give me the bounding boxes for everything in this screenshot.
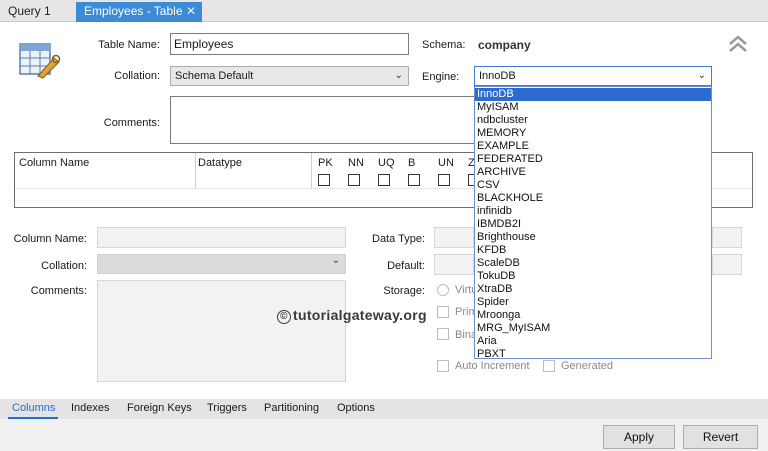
tab-options[interactable]: Options (337, 402, 375, 414)
collation-select-value: Schema Default (175, 70, 254, 82)
default-input[interactable] (434, 254, 474, 275)
default-input-end (712, 254, 742, 275)
engine-option-xtradb[interactable]: XtraDB (475, 283, 711, 296)
engine-option-infinidb[interactable]: infinidb (475, 205, 711, 218)
virtual-radio[interactable] (437, 284, 449, 296)
header-b[interactable]: B (408, 157, 415, 169)
engine-option-pbxt[interactable]: PBXT (475, 348, 711, 361)
copyright-symbol: © (277, 310, 291, 324)
column-comments-label: Comments: (30, 285, 87, 297)
header-un[interactable]: UN (438, 157, 454, 169)
data-type-input[interactable] (434, 227, 474, 248)
engine-option-spider[interactable]: Spider (475, 296, 711, 309)
engine-option-innodb[interactable]: InnoDB (475, 88, 711, 101)
auto-increment-checkbox[interactable] (437, 360, 449, 372)
engine-option-aria[interactable]: Aria (475, 335, 711, 348)
engine-option-example[interactable]: EXAMPLE (475, 140, 711, 153)
column-collation-label: Collation: (41, 260, 87, 272)
comments-label: Comments: (103, 117, 160, 129)
watermark-text: tutorialgateway.org (293, 307, 427, 323)
column-comments-textarea[interactable] (97, 280, 346, 382)
auto-increment-label: Auto Increment (455, 360, 530, 372)
engine-option-tokudb[interactable]: TokuDB (475, 270, 711, 283)
tab-label: Employees - Table (84, 4, 183, 18)
header-uq[interactable]: UQ (378, 157, 395, 169)
collation-label: Collation: (114, 70, 160, 82)
tab-indexes[interactable]: Indexes (71, 402, 110, 414)
header-nn[interactable]: NN (348, 157, 364, 169)
storage-label: Storage: (383, 285, 425, 297)
engine-select-value: InnoDB (479, 70, 516, 82)
engine-option-mroonga[interactable]: Mroonga (475, 309, 711, 322)
bottom-tab-bar: Columns Indexes Foreign Keys Triggers Pa… (0, 399, 768, 419)
engine-option-mrg-myisam[interactable]: MRG_MyISAM (475, 322, 711, 335)
nn-checkbox[interactable] (348, 174, 360, 186)
engine-option-myisam[interactable]: MyISAM (475, 101, 711, 114)
engine-option-archive[interactable]: ARCHIVE (475, 166, 711, 179)
close-icon[interactable]: ✕ (186, 2, 196, 20)
engine-option-federated[interactable]: FEDERATED (475, 153, 711, 166)
schema-value: company (478, 38, 531, 52)
table-edit-icon (19, 43, 61, 79)
tab-label: Query 1 (8, 4, 51, 18)
schema-label: Schema: (422, 39, 466, 51)
chevron-down-icon: ⌄ (697, 70, 706, 81)
generated-checkbox[interactable] (543, 360, 555, 372)
tab-partitioning[interactable]: Partitioning (264, 402, 319, 414)
header-divider (311, 153, 312, 189)
header-divider (195, 153, 196, 189)
revert-button[interactable]: Revert (683, 425, 758, 449)
table-name-label: Table Name: (98, 39, 160, 51)
chevron-down-icon: ⌄ (394, 70, 403, 81)
engine-select[interactable]: InnoDB ⌄ (474, 66, 712, 86)
column-name-label: Column Name: (13, 233, 87, 245)
engine-option-memory[interactable]: MEMORY (475, 127, 711, 140)
engine-label: Engine: (422, 71, 460, 83)
tab-foreign-keys[interactable]: Foreign Keys (127, 402, 192, 414)
binary-checkbox[interactable] (437, 328, 449, 340)
default-label: Default: (387, 260, 425, 272)
engine-option-ndbcluster[interactable]: ndbcluster (475, 114, 711, 127)
generated-label: Generated (561, 360, 613, 372)
table-name-input[interactable]: Employees (170, 33, 409, 55)
tab-columns[interactable]: Columns (12, 402, 55, 414)
header-datatype[interactable]: Datatype (198, 157, 242, 169)
column-collation-select[interactable]: ⌄ (97, 254, 346, 274)
b-checkbox[interactable] (408, 174, 420, 186)
un-checkbox[interactable] (438, 174, 450, 186)
tab-query-1[interactable]: Query 1 (0, 2, 76, 22)
engine-option-csv[interactable]: CSV (475, 179, 711, 192)
primary-key-checkbox[interactable] (437, 306, 449, 318)
watermark: © tutorialgateway.org (277, 307, 427, 324)
engine-option-brighthouse[interactable]: Brighthouse (475, 231, 711, 244)
engine-option-ibmdb2i[interactable]: IBMDB2I (475, 218, 711, 231)
engine-dropdown-list[interactable]: InnoDB MyISAM ndbcluster MEMORY EXAMPLE … (474, 86, 712, 361)
editor-tab-bar: Query 1 Employees - Table ✕ (0, 0, 768, 22)
pk-checkbox[interactable] (318, 174, 330, 186)
tab-employees-table[interactable]: Employees - Table ✕ (76, 2, 202, 22)
collation-select[interactable]: Schema Default ⌄ (170, 66, 409, 86)
data-type-label: Data Type: (372, 233, 425, 245)
apply-button[interactable]: Apply (603, 425, 675, 449)
chevron-down-icon: ⌄ (331, 255, 340, 266)
header-column-name[interactable]: Column Name (19, 157, 89, 169)
uq-checkbox[interactable] (378, 174, 390, 186)
engine-option-kfdb[interactable]: KFDB (475, 244, 711, 257)
header-pk[interactable]: PK (318, 157, 333, 169)
engine-option-scaledb[interactable]: ScaleDB (475, 257, 711, 270)
data-type-input-end (712, 227, 742, 248)
column-name-input[interactable] (97, 227, 346, 248)
engine-option-blackhole[interactable]: BLACKHOLE (475, 192, 711, 205)
comments-textarea[interactable] (170, 96, 476, 144)
tab-triggers[interactable]: Triggers (207, 402, 247, 414)
double-chevron-up-icon[interactable] (727, 33, 749, 55)
